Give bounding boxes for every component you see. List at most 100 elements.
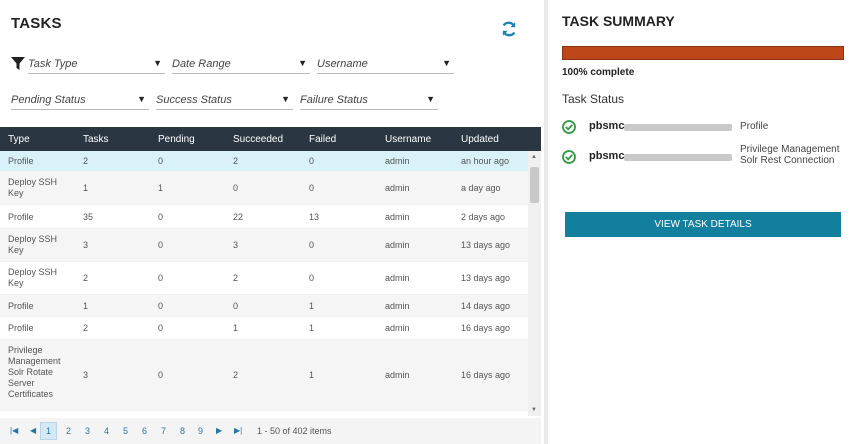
cell-tasks: 1 bbox=[83, 300, 89, 311]
cell-type: Profile bbox=[8, 300, 34, 311]
cell-pending: 0 bbox=[158, 273, 164, 283]
view-task-details-button[interactable]: VIEW TASK DETAILS bbox=[565, 212, 841, 237]
cell-tasks: 35 bbox=[83, 211, 94, 222]
page-7[interactable]: 7 bbox=[161, 426, 166, 436]
cell-pending: 0 bbox=[158, 156, 164, 166]
page-1[interactable]: 1 bbox=[40, 422, 57, 440]
table-row[interactable]: Deploy SSH Key 2 0 2 0 admin 13 days ago bbox=[0, 262, 528, 295]
redacted-text bbox=[624, 154, 732, 161]
page-3[interactable]: 3 bbox=[85, 426, 90, 436]
cell-username: admin bbox=[385, 300, 410, 311]
progress-label: 100% complete bbox=[562, 67, 635, 78]
cell-tasks: 2 bbox=[83, 273, 89, 283]
column-header-type[interactable]: Type bbox=[8, 134, 30, 145]
chevron-down-icon: ▼ bbox=[137, 94, 146, 104]
cell-type: Deploy SSH Key bbox=[8, 267, 58, 288]
refresh-icon[interactable] bbox=[500, 20, 518, 38]
username-filter-label: Username bbox=[317, 58, 368, 70]
scroll-thumb[interactable] bbox=[530, 167, 539, 203]
summary-title: TASK SUMMARY bbox=[562, 13, 675, 29]
page-6[interactable]: 6 bbox=[142, 426, 147, 436]
task-type-filter-label: Task Type bbox=[28, 58, 78, 70]
scroll-up-icon[interactable]: ▲ bbox=[531, 154, 537, 160]
cell-succeeded: 22 bbox=[233, 211, 244, 222]
column-header-tasks[interactable]: Tasks bbox=[83, 134, 109, 145]
table-row[interactable]: Privilege Management Solr Rotate Server … bbox=[0, 340, 528, 411]
task-summary-panel: TASK SUMMARY 100% complete Task Status p… bbox=[544, 0, 850, 444]
page-9[interactable]: 9 bbox=[198, 426, 203, 436]
task-type: Profile bbox=[740, 121, 769, 132]
cell-type: Privilege Management Solr Rotate Server … bbox=[8, 345, 61, 399]
cell-succeeded: 1 bbox=[233, 323, 239, 333]
cell-failed: 0 bbox=[309, 183, 315, 193]
task-type-filter[interactable]: Task Type ▼ bbox=[28, 58, 165, 74]
table-row[interactable]: Deploy SSH Key 1 1 0 0 admin a day ago bbox=[0, 172, 528, 205]
cell-pending: 1 bbox=[158, 183, 164, 193]
column-header-failed[interactable]: Failed bbox=[309, 134, 336, 145]
cell-updated: a day ago bbox=[461, 183, 501, 193]
chevron-down-icon: ▼ bbox=[442, 58, 451, 68]
cell-pending: 0 bbox=[158, 370, 164, 380]
table-row[interactable]: Profile 35 0 22 13 admin 2 days ago bbox=[0, 205, 528, 229]
filter-icon[interactable] bbox=[11, 57, 25, 71]
success-status-filter[interactable]: Success Status ▼ bbox=[156, 94, 293, 110]
cell-failed: 1 bbox=[309, 300, 315, 311]
cell-updated: an hour ago bbox=[461, 156, 510, 166]
table-row[interactable]: Deploy SSH Key 3 0 3 0 admin 13 days ago bbox=[0, 229, 528, 262]
cell-type: Profile bbox=[8, 156, 34, 166]
cell-username: admin bbox=[385, 273, 410, 283]
check-circle-icon bbox=[562, 120, 576, 134]
cell-updated: 14 days ago bbox=[461, 300, 511, 311]
cell-failed: 0 bbox=[309, 156, 315, 166]
cell-failed: 0 bbox=[309, 240, 315, 250]
task-name: pbsmc- bbox=[589, 150, 629, 162]
table-row[interactable]: Profile 2 0 2 0 admin an hour ago bbox=[0, 151, 528, 172]
redacted-text bbox=[624, 124, 732, 131]
column-header-pending[interactable]: Pending bbox=[158, 134, 195, 145]
check-circle-icon bbox=[562, 150, 576, 164]
cell-failed: 1 bbox=[309, 323, 315, 333]
first-page-icon[interactable]: |◀ bbox=[10, 426, 18, 435]
date-range-filter[interactable]: Date Range ▼ bbox=[172, 58, 310, 74]
column-header-username[interactable]: Username bbox=[385, 134, 431, 145]
cell-tasks: 1 bbox=[83, 183, 89, 193]
pager: |◀ ◀ 12 3 4 5 6 7 8 9 ▶ ▶| 1 - 50 of 402 items bbox=[0, 418, 541, 444]
cell-succeeded: 0 bbox=[233, 183, 239, 193]
pending-status-filter-label: Pending Status bbox=[11, 94, 86, 106]
next-page-icon[interactable]: ▶ bbox=[216, 426, 222, 435]
cell-username: admin bbox=[385, 156, 410, 166]
scroll-down-icon[interactable]: ▼ bbox=[531, 407, 537, 413]
page-8[interactable]: 8 bbox=[180, 426, 185, 436]
cell-username: admin bbox=[385, 183, 410, 193]
cell-updated: 13 days ago bbox=[461, 240, 511, 250]
failure-status-filter-label: Failure Status bbox=[300, 94, 368, 106]
username-filter[interactable]: Username ▼ bbox=[317, 58, 454, 74]
column-header-updated[interactable]: Updated bbox=[461, 134, 499, 145]
tasks-panel: TASKS Task Type ▼ Date Range ▼ Username … bbox=[0, 0, 544, 444]
cell-type: Deploy SSH Key bbox=[8, 177, 58, 198]
prev-page-icon[interactable]: ◀ bbox=[30, 426, 36, 435]
cell-pending: 0 bbox=[158, 323, 164, 333]
table-row[interactable]: Profile 1 0 0 1 admin 14 days ago bbox=[0, 295, 528, 317]
cell-tasks: 2 bbox=[83, 323, 89, 333]
cell-pending: 0 bbox=[158, 211, 164, 222]
cell-username: admin bbox=[385, 370, 410, 380]
page-5[interactable]: 5 bbox=[123, 426, 128, 436]
last-page-icon[interactable]: ▶| bbox=[234, 426, 242, 435]
cell-pending: 0 bbox=[158, 300, 164, 311]
cell-username: admin bbox=[385, 211, 410, 222]
table-header: Type Tasks Pending Succeeded Failed User… bbox=[0, 127, 541, 151]
cell-username: admin bbox=[385, 240, 410, 250]
pending-status-filter[interactable]: Pending Status ▼ bbox=[11, 94, 149, 110]
date-range-filter-label: Date Range bbox=[172, 58, 231, 70]
cell-succeeded: 3 bbox=[233, 240, 239, 250]
page-2[interactable]: 2 bbox=[66, 426, 71, 436]
column-header-succeeded[interactable]: Succeeded bbox=[233, 134, 283, 145]
failure-status-filter[interactable]: Failure Status ▼ bbox=[300, 94, 438, 110]
success-status-filter-label: Success Status bbox=[156, 94, 232, 106]
table-scrollbar[interactable]: ▲ ▼ bbox=[528, 151, 541, 416]
cell-succeeded: 2 bbox=[233, 370, 239, 380]
chevron-down-icon: ▼ bbox=[426, 94, 435, 104]
table-row[interactable]: Profile 2 0 1 1 admin 16 days ago bbox=[0, 317, 528, 340]
page-4[interactable]: 4 bbox=[104, 426, 109, 436]
